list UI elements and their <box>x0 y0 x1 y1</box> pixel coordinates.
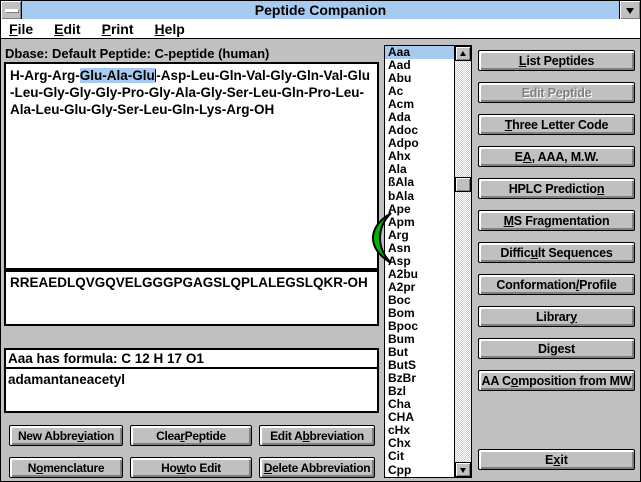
list-item[interactable]: ButS <box>385 359 454 372</box>
list-item[interactable]: Abu <box>385 72 454 85</box>
list-item[interactable]: ßAla <box>385 176 454 189</box>
sequence-pre-selection: H-Arg-Arg- <box>10 68 80 83</box>
sequence-selection: Glu-Ala-Glu <box>79 68 155 83</box>
digest-button[interactable]: Digest <box>478 338 635 359</box>
list-item[interactable]: Adpo <box>385 137 454 150</box>
one-letter-code-box: RREAEDLQVGQVELGGGPGAGSLQPLALEGSLQKR-OH <box>4 270 379 326</box>
list-item[interactable]: Chx <box>385 437 454 450</box>
app-window: Peptide Companion File Edit Print Help D… <box>0 0 641 482</box>
ea-aaa-mw-button[interactable]: EA, AAA, M.W. <box>478 146 635 167</box>
scroll-up-button[interactable] <box>455 46 471 61</box>
list-item[interactable]: CHA <box>385 411 454 424</box>
ms-fragmentation-button[interactable]: MS Fragmentation <box>478 210 635 231</box>
list-item[interactable]: Cit <box>385 450 454 463</box>
list-item[interactable]: Ahx <box>385 150 454 163</box>
list-item[interactable]: Cpp <box>385 464 454 477</box>
menu-bar: File Edit Print Help <box>1 19 640 39</box>
hplc-prediction-button[interactable]: HPLC Predictio n <box>478 178 635 199</box>
action-button-stack: List Peptides Edit Peptide Three Letter … <box>478 50 635 391</box>
list-item[interactable]: Apm <box>385 216 454 229</box>
list-item[interactable]: But <box>385 346 454 359</box>
window-title: Peptide Companion <box>254 2 387 18</box>
abbreviation-list[interactable]: Aaa Aad Abu Ac Acm Ada Adoc Adpo Ahx Ala ßAla bAla A… <box>385 46 454 477</box>
list-item[interactable]: bAla <box>385 190 454 203</box>
three-letter-code-button[interactable]: Three Letter Code <box>478 114 635 135</box>
menu-help[interactable]: Help <box>155 21 185 37</box>
peptide-sequence-editor[interactable]: H-Arg-Arg-Glu-Ala-Glu -Asp-Leu-Gln-Val-Gl… <box>4 62 379 270</box>
scroll-up-arrow-icon <box>460 48 466 56</box>
delete-abbreviation-button[interactable]: Delete Abbreviation <box>259 457 375 478</box>
listbox-scrollbar[interactable] <box>454 46 471 477</box>
list-item[interactable]: BzBr <box>385 372 454 385</box>
abbreviation-info-box: Aaa has formula: C 12 H 17 O1 adamantane… <box>4 348 379 413</box>
edit-abbreviation-button[interactable]: Edit Ab breviation <box>259 425 375 446</box>
list-item[interactable]: Bom <box>385 307 454 320</box>
list-item[interactable]: Aaa <box>385 46 454 60</box>
nomenclature-button[interactable]: No menclature <box>9 457 123 478</box>
list-item[interactable]: Bpoc <box>385 320 454 333</box>
control-menu-button[interactable] <box>1 1 22 19</box>
control-menu-dash-icon <box>4 8 18 12</box>
list-item[interactable]: Aad <box>385 59 454 72</box>
new-abbreviation-button[interactable]: New Abbre v iation <box>9 425 123 446</box>
list-peptides-button[interactable]: List Peptides <box>478 50 635 71</box>
menu-file[interactable]: File <box>9 21 33 37</box>
list-item[interactable]: Arg <box>385 229 454 242</box>
difficult-sequences-button[interactable]: Diffic u lt Sequences <box>478 242 635 263</box>
list-item[interactable]: Ada <box>385 111 454 124</box>
exit-button[interactable]: Ex it <box>478 449 635 470</box>
edit-peptide-button: Edit Peptide <box>478 82 635 103</box>
list-item[interactable]: cHx <box>385 424 454 437</box>
minimize-arrow-icon <box>626 8 634 18</box>
list-item[interactable]: Acm <box>385 98 454 111</box>
dbase-peptide-label: Dbase: Default Peptide: C-peptide (human… <box>5 46 270 61</box>
menu-edit[interactable]: Edit <box>54 21 80 37</box>
list-item[interactable]: Asn <box>385 242 454 255</box>
list-position-marker-icon <box>372 212 392 264</box>
menu-print[interactable]: Print <box>102 21 134 37</box>
abbreviation-formula: Aaa has formula: C 12 H 17 O1 <box>6 350 377 369</box>
scroll-down-arrow-icon <box>460 467 466 476</box>
scrollbar-thumb[interactable] <box>455 177 471 192</box>
one-letter-sequence: RREAEDLQVGQVELGGGPGAGSLQPLALEGSLQKR-OH <box>10 275 368 290</box>
list-item[interactable]: Ac <box>385 85 454 98</box>
abbreviation-listbox: Aaa Aad Abu Ac Acm Ada Adoc Adpo Ahx Ala ßAla bAla A… <box>384 45 472 478</box>
clear-peptide-button[interactable]: Clea r Peptide <box>130 425 252 446</box>
list-item[interactable]: Cha <box>385 398 454 411</box>
list-item[interactable]: Boc <box>385 294 454 307</box>
aa-composition-from-mw-button[interactable]: AA Co mposition from MW <box>478 370 635 391</box>
list-item[interactable]: Ala <box>385 163 454 176</box>
library-button[interactable]: Librar y <box>478 306 635 327</box>
abbreviation-full-name: adamantaneacetyl <box>8 372 126 387</box>
list-item[interactable]: A2pr <box>385 281 454 294</box>
list-item[interactable]: Asp <box>385 255 454 268</box>
how-to-edit-button[interactable]: Ho w to Edit <box>130 457 252 478</box>
list-item[interactable]: A2bu <box>385 268 454 281</box>
list-item[interactable]: Ape <box>385 203 454 216</box>
list-item[interactable]: Bzl <box>385 385 454 398</box>
title-bar: Peptide Companion <box>1 1 640 19</box>
conformation-profile-button[interactable]: Conformation / Profile <box>478 274 635 295</box>
scroll-down-button[interactable] <box>455 462 471 477</box>
minimize-button[interactable] <box>619 1 640 19</box>
list-item[interactable]: Adoc <box>385 124 454 137</box>
list-item[interactable]: Bum <box>385 333 454 346</box>
